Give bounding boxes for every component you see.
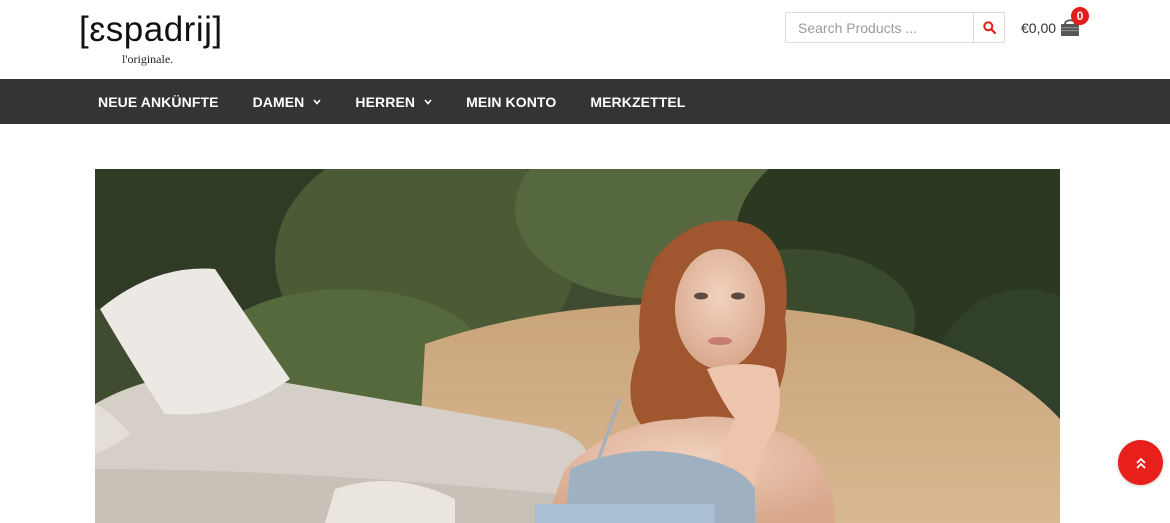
search-button[interactable] — [973, 13, 1004, 42]
scroll-to-top-button[interactable] — [1118, 440, 1163, 485]
nav-label: DAMEN — [252, 93, 305, 110]
logo-text: [ɛspadrij] — [79, 10, 223, 49]
nav-item-neue-ankuenfte[interactable]: NEUE ANKÜNFTE — [98, 79, 219, 124]
cart-count-badge: 0 — [1071, 7, 1089, 25]
nav-label: MERKZETTEL — [590, 93, 686, 110]
nav-label: HERREN — [355, 93, 416, 110]
nav-label: MEIN KONTO — [466, 93, 557, 110]
nav-item-damen[interactable]: DAMEN — [253, 79, 322, 124]
hero-image — [95, 169, 1060, 523]
logo-tagline: l'originale. — [122, 52, 174, 66]
hero-photo — [95, 169, 1060, 523]
nav-label: NEUE ANKÜNFTE — [98, 93, 219, 110]
site-logo[interactable]: [ɛspadrij] l'originale. — [79, 10, 229, 70]
nav-item-mein-konto[interactable]: MEIN KONTO — [466, 79, 556, 124]
chevron-down-icon — [313, 98, 322, 105]
search-icon — [982, 21, 996, 34]
double-chevron-up-icon — [1135, 457, 1146, 469]
chevron-down-icon — [424, 98, 432, 105]
site-header: [ɛspadrij] l'originale. €0,00 0 — [0, 0, 1170, 79]
nav-item-herren[interactable]: HERREN — [355, 79, 432, 124]
search-input[interactable] — [786, 13, 973, 42]
search-form — [785, 12, 1005, 43]
cart-total[interactable]: €0,00 — [1021, 19, 1056, 37]
nav-item-merkzettel[interactable]: MERKZETTEL — [590, 79, 685, 124]
main-navigation: NEUE ANKÜNFTE DAMEN HERREN MEIN KONTO ME… — [0, 79, 1170, 124]
